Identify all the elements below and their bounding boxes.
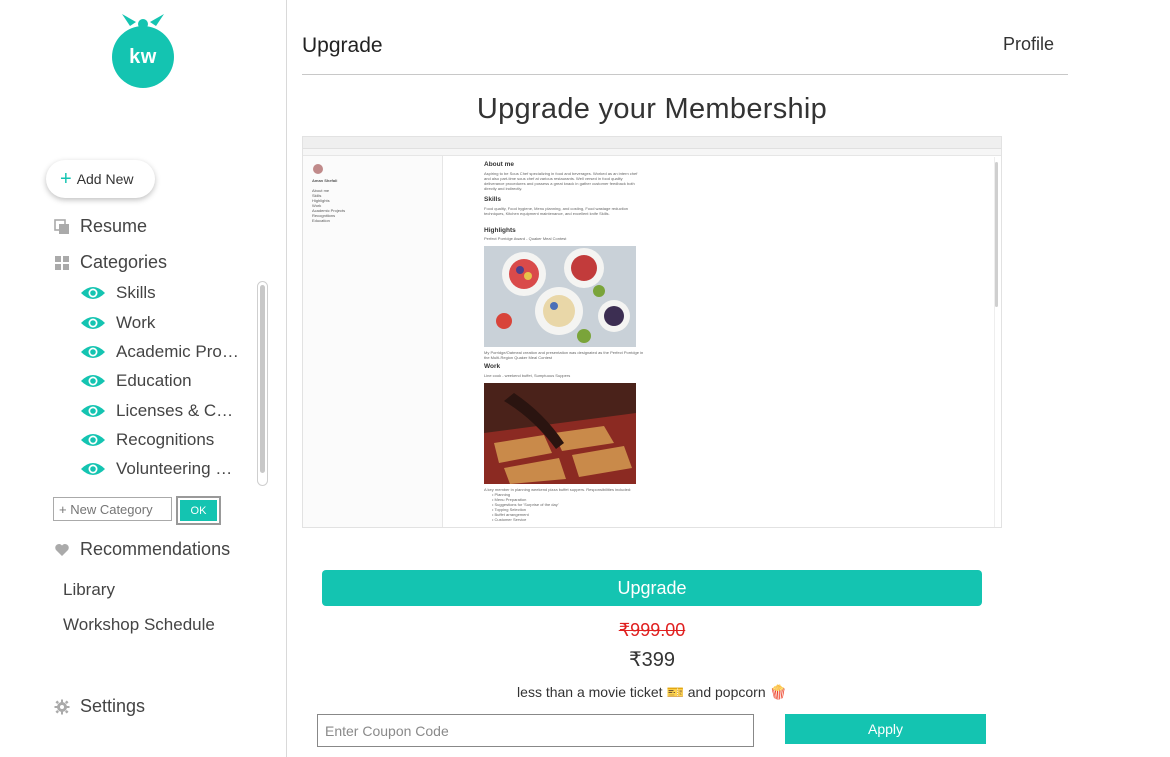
preview-bullet: • Customer Service bbox=[492, 517, 527, 522]
new-category-input[interactable] bbox=[53, 497, 172, 521]
brand-logo[interactable]: kw bbox=[112, 14, 174, 90]
category-label: Volunteering Experience bbox=[116, 459, 240, 478]
membership-headline: Upgrade your Membership bbox=[476, 93, 828, 125]
gear-icon bbox=[54, 699, 70, 714]
profile-link[interactable]: Profile bbox=[1003, 34, 1054, 55]
category-label: Skills bbox=[116, 283, 156, 302]
eye-icon bbox=[81, 375, 105, 387]
eye-icon bbox=[81, 463, 105, 475]
preview-heading: Highlights bbox=[484, 227, 516, 234]
upgrade-button[interactable]: Upgrade bbox=[322, 570, 982, 606]
category-label: Recognitions bbox=[116, 430, 215, 449]
page-title: Upgrade bbox=[302, 34, 383, 57]
plus-icon: + bbox=[60, 168, 72, 190]
heart-icon bbox=[55, 543, 69, 556]
pizza-buffet-image bbox=[484, 383, 636, 484]
sidebar-item-categories[interactable]: Categories bbox=[54, 252, 167, 273]
add-new-button[interactable]: + Add New bbox=[46, 160, 155, 198]
logo-text: kw bbox=[112, 26, 174, 88]
preview-text: Line cook - weekend buffet, Sumptuous Su… bbox=[484, 373, 571, 378]
category-item-education[interactable]: Education bbox=[80, 370, 240, 392]
preview-scroll-thumb bbox=[995, 162, 998, 307]
copy-icon bbox=[54, 218, 69, 234]
sidebar-item-recommendations[interactable]: Recommendations bbox=[54, 539, 230, 560]
eye-icon bbox=[81, 434, 105, 446]
sidebar-item-label: Recommendations bbox=[80, 539, 231, 559]
preview-heading: Skills bbox=[484, 196, 501, 203]
original-price: ₹999.00 bbox=[618, 620, 686, 640]
category-item-recognitions[interactable]: Recognitions bbox=[80, 429, 240, 451]
category-scrollbar[interactable] bbox=[257, 281, 268, 486]
grid-icon bbox=[55, 255, 69, 270]
discounted-price: ₹399 bbox=[628, 649, 676, 671]
category-list: Skills Work Academic Projects Education … bbox=[80, 282, 260, 486]
category-label: Licenses & Certifications bbox=[116, 401, 240, 420]
sidebar-item-label: Resume bbox=[80, 216, 148, 236]
eye-icon bbox=[81, 287, 105, 299]
eye-icon bbox=[81, 405, 105, 417]
preview-browser-tabs bbox=[303, 149, 1001, 156]
category-item-academic-projects[interactable]: Academic Projects bbox=[80, 341, 240, 363]
food-bowls-image bbox=[484, 246, 636, 347]
preview-profile-name: Aman Shefali bbox=[312, 178, 338, 183]
sidebar-item-library[interactable]: Library bbox=[63, 580, 115, 600]
eye-icon bbox=[81, 346, 105, 358]
category-item-skills[interactable]: Skills bbox=[80, 282, 240, 304]
preview-text: Food quality, Food hygiene, Menu plannin… bbox=[484, 206, 629, 216]
category-item-work[interactable]: Work bbox=[80, 312, 240, 334]
sidebar-item-label: Settings bbox=[80, 696, 146, 716]
sidebar-item-settings[interactable]: Settings bbox=[54, 696, 145, 717]
price-tagline: less than a movie ticket 🎫 and popcorn 🍿 bbox=[517, 684, 787, 700]
resume-preview-screenshot: Aman Shefali About me Skills Highlights … bbox=[302, 136, 1002, 528]
sidebar-item-label: Categories bbox=[80, 252, 168, 272]
preview-side-link: Education bbox=[312, 218, 330, 223]
category-label: Education bbox=[116, 371, 192, 390]
add-new-label: Add New bbox=[76, 171, 134, 187]
preview-text: My Porridge/Oatmeal creation and present… bbox=[484, 350, 644, 360]
category-label: Academic Projects bbox=[116, 342, 240, 361]
sidebar-item-workshop-schedule[interactable]: Workshop Schedule bbox=[63, 615, 215, 635]
preview-text: Aspiring to be Sous Chef specializing in… bbox=[484, 171, 638, 191]
sidebar-item-resume[interactable]: Resume bbox=[54, 216, 147, 237]
scrollbar-thumb[interactable] bbox=[260, 285, 265, 473]
sidebar: kw + Add New Resume Categories Skills Wo… bbox=[0, 0, 287, 757]
header-divider bbox=[302, 74, 1068, 75]
preview-sidebar: Aman Shefali About me Skills Highlights … bbox=[303, 156, 443, 527]
category-label: Work bbox=[116, 313, 156, 332]
preview-text: Perfect Porridge Award - Quaker Meal Con… bbox=[484, 236, 567, 241]
eye-icon bbox=[81, 317, 105, 329]
preview-browser-bar bbox=[303, 137, 1001, 149]
apply-coupon-button[interactable]: Apply bbox=[785, 714, 986, 744]
preview-avatar bbox=[313, 164, 323, 174]
category-item-licenses[interactable]: Licenses & Certifications bbox=[80, 400, 240, 422]
ok-button[interactable]: OK bbox=[176, 496, 221, 525]
coupon-code-input[interactable] bbox=[317, 714, 754, 747]
preview-heading: About me bbox=[484, 161, 514, 168]
category-item-volunteering[interactable]: Volunteering Experience bbox=[80, 458, 240, 480]
preview-heading: Work bbox=[484, 363, 501, 370]
